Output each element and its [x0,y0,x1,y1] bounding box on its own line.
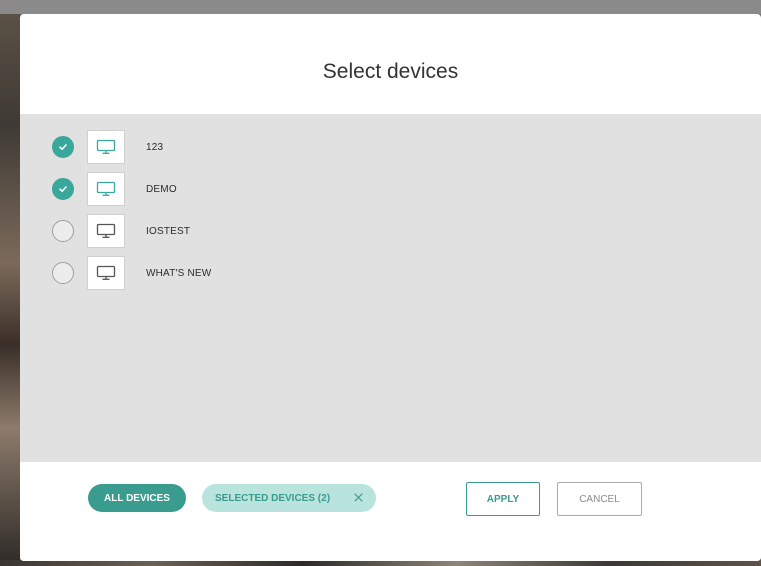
monitor-icon [87,214,125,248]
device-list-item[interactable]: WHAT'S NEW [52,252,761,294]
device-name: WHAT'S NEW [146,267,212,279]
device-list-item[interactable]: 123 [52,126,761,168]
device-name: IOSTEST [146,225,191,237]
unchecked-circle-icon[interactable] [52,262,74,284]
cancel-button[interactable]: CANCEL [557,482,642,516]
device-list: 123 DEMO IOSTEST WHAT'S NEW [20,114,761,294]
close-icon[interactable] [353,491,363,503]
device-name: 123 [146,141,164,153]
selected-devices-filter-button[interactable]: SELECTED DEVICES (2) [202,484,376,512]
checked-circle-icon[interactable] [52,136,74,158]
all-devices-filter-button[interactable]: ALL DEVICES [88,484,186,512]
checked-circle-icon[interactable] [52,178,74,200]
background-app-left [0,14,20,566]
selected-devices-label: SELECTED DEVICES (2) [215,492,331,504]
device-name: DEMO [146,183,177,195]
monitor-icon [87,130,125,164]
dialog-title: Select devices [322,60,459,83]
unchecked-circle-icon[interactable] [52,220,74,242]
apply-button[interactable]: APPLY [466,482,540,516]
select-devices-dialog: Select devices 123 DEMO IOSTEST WHAT'S N… [20,14,761,561]
monitor-icon [87,172,125,206]
background-app-top [0,0,761,14]
device-list-item[interactable]: IOSTEST [52,210,761,252]
device-list-item[interactable]: DEMO [52,168,761,210]
dialog-header: Select devices [20,14,761,114]
device-list-panel: 123 DEMO IOSTEST WHAT'S NEW [20,114,761,462]
monitor-icon [87,256,125,290]
